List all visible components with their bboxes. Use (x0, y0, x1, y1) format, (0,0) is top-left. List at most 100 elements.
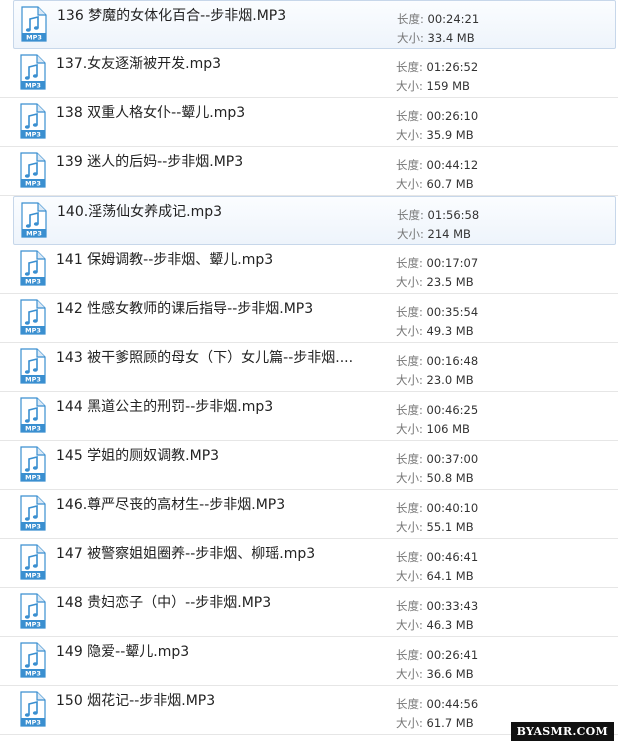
duration-line: 长度: 00:46:25 (396, 401, 478, 420)
size-value: 46.3 MB (426, 618, 474, 632)
file-name: 148 贵妇恋子（中）--步非烟.MP3 (56, 595, 272, 611)
file-row[interactable]: MP3 143 被干爹照顾的母女（下）女儿篇--步非烟.... 长度: 00:16:… (0, 343, 618, 392)
mp3-file-icon: MP3 (20, 691, 46, 727)
mp3-file-icon: MP3 (21, 202, 47, 238)
mp3-file-icon: MP3 (20, 250, 46, 286)
duration-value: 00:16:48 (426, 354, 479, 368)
mp3-file-icon: MP3 (20, 152, 46, 188)
duration-label: 长度: (396, 256, 423, 270)
size-label: 大小: (396, 667, 423, 681)
file-name: 145 学姐的厕奴调教.MP3 (56, 448, 220, 464)
size-label: 大小: (396, 373, 423, 387)
duration-label: 长度: (396, 158, 423, 172)
mp3-badge-text: MP3 (25, 82, 41, 90)
duration-line: 长度: 00:17:07 (396, 254, 478, 273)
duration-label: 长度: (396, 599, 423, 613)
size-value: 36.6 MB (426, 667, 474, 681)
size-label: 大小: (396, 471, 423, 485)
duration-line: 长度: 01:56:58 (397, 206, 479, 225)
size-line: 大小: 50.8 MB (396, 469, 478, 488)
file-meta: 长度: 00:26:41 大小: 36.6 MB (396, 646, 478, 684)
duration-line: 长度: 00:40:10 (396, 499, 478, 518)
file-row[interactable]: MP3 137.女友逐渐被开发.mp3 长度: 01:26:52 大小: 159 MB (0, 49, 618, 98)
duration-label: 长度: (396, 403, 423, 417)
size-value: 50.8 MB (426, 471, 474, 485)
size-label: 大小: (396, 422, 423, 436)
file-name: 147 被警察姐姐圈养--步非烟、柳瑶.mp3 (56, 546, 316, 562)
file-name: 138 双重人格女仆--颦儿.mp3 (56, 105, 246, 121)
duration-value: 00:17:07 (426, 256, 479, 270)
size-value: 55.1 MB (426, 520, 474, 534)
mp3-badge-text: MP3 (25, 180, 41, 188)
file-row[interactable]: MP3 142 性感女教师的课后指导--步非烟.MP3 长度: 00:35:54 大小… (0, 294, 618, 343)
file-name: 144 黑道公主的刑罚--步非烟.mp3 (56, 399, 274, 415)
duration-line: 长度: 00:35:54 (396, 303, 478, 322)
file-row[interactable]: MP3 149 隐爱--颦儿.mp3 长度: 00:26:41 大小: 36.6 MB (0, 637, 618, 686)
size-label: 大小: (396, 716, 423, 730)
size-line: 大小: 214 MB (397, 225, 479, 244)
duration-line: 长度: 01:26:52 (396, 58, 478, 77)
file-row[interactable]: MP3 138 双重人格女仆--颦儿.mp3 长度: 00:26:10 大小: 35.… (0, 98, 618, 147)
file-row[interactable]: MP3 148 贵妇恋子（中）--步非烟.MP3 长度: 00:33:43 大小: 4… (0, 588, 618, 637)
file-name: 136 梦魔的女体化百合--步非烟.MP3 (57, 8, 287, 24)
file-meta: 长度: 00:44:56 大小: 61.7 MB (396, 695, 478, 733)
size-label: 大小: (396, 128, 423, 142)
duration-value: 00:26:41 (426, 648, 479, 662)
file-row[interactable]: MP3 139 迷人的后妈--步非烟.MP3 长度: 00:44:12 大小: 60.… (0, 147, 618, 196)
file-row[interactable]: MP3 136 梦魔的女体化百合--步非烟.MP3 长度: 00:24:21 大小: … (13, 0, 616, 49)
mp3-badge-text: MP3 (26, 34, 42, 42)
size-label: 大小: (397, 31, 424, 45)
duration-value: 00:40:10 (426, 501, 479, 515)
file-row[interactable]: MP3 147 被警察姐姐圈养--步非烟、柳瑶.mp3 长度: 00:46:41 大小… (0, 539, 618, 588)
size-label: 大小: (396, 324, 423, 338)
mp3-file-icon: MP3 (20, 593, 46, 629)
duration-value: 00:46:25 (426, 403, 479, 417)
file-row[interactable]: MP3 140.淫荡仙女养成记.mp3 长度: 01:56:58 大小: 214 MB (13, 196, 616, 245)
duration-label: 长度: (396, 697, 423, 711)
size-line: 大小: 60.7 MB (396, 175, 478, 194)
mp3-badge-text: MP3 (25, 621, 41, 629)
mp3-file-icon: MP3 (20, 446, 46, 482)
size-label: 大小: (396, 618, 423, 632)
duration-label: 长度: (396, 501, 423, 515)
size-line: 大小: 55.1 MB (396, 518, 478, 537)
size-label: 大小: (396, 520, 423, 534)
file-meta: 长度: 00:35:54 大小: 49.3 MB (396, 303, 478, 341)
size-line: 大小: 64.1 MB (396, 567, 478, 586)
mp3-file-icon: MP3 (20, 348, 46, 384)
size-line: 大小: 23.5 MB (396, 273, 478, 292)
mp3-badge-text: MP3 (25, 327, 41, 335)
size-line: 大小: 23.0 MB (396, 371, 478, 390)
duration-label: 长度: (397, 12, 424, 26)
file-row[interactable]: MP3 146.尊严尽丧的高材生--步非烟.MP3 长度: 00:40:10 大小: … (0, 490, 618, 539)
file-row[interactable]: MP3 145 学姐的厕奴调教.MP3 长度: 00:37:00 大小: 50.8 M… (0, 441, 618, 490)
file-name: 146.尊严尽丧的高材生--步非烟.MP3 (56, 497, 286, 513)
duration-value: 00:46:41 (426, 550, 479, 564)
duration-line: 长度: 00:33:43 (396, 597, 478, 616)
file-name: 140.淫荡仙女养成记.mp3 (57, 204, 223, 220)
mp3-file-icon: MP3 (20, 103, 46, 139)
size-line: 大小: 49.3 MB (396, 322, 478, 341)
file-name: 143 被干爹照顾的母女（下）女儿篇--步非烟.... (56, 350, 354, 366)
file-meta: 长度: 01:26:52 大小: 159 MB (396, 58, 478, 96)
size-line: 大小: 46.3 MB (396, 616, 478, 635)
mp3-badge-text: MP3 (25, 131, 41, 139)
size-label: 大小: (396, 275, 423, 289)
size-label: 大小: (397, 227, 424, 241)
duration-line: 长度: 00:37:00 (396, 450, 478, 469)
mp3-badge-text: MP3 (25, 278, 41, 286)
mp3-badge-text: MP3 (25, 572, 41, 580)
duration-label: 长度: (396, 452, 423, 466)
file-meta: 长度: 00:37:00 大小: 50.8 MB (396, 450, 478, 488)
size-value: 23.0 MB (426, 373, 474, 387)
duration-line: 长度: 00:24:21 (397, 10, 479, 29)
mp3-badge-text: MP3 (25, 719, 41, 727)
duration-line: 长度: 00:44:12 (396, 156, 478, 175)
file-meta: 长度: 00:46:25 大小: 106 MB (396, 401, 478, 439)
duration-value: 00:44:56 (426, 697, 479, 711)
file-meta: 长度: 00:33:43 大小: 46.3 MB (396, 597, 478, 635)
file-row[interactable]: MP3 141 保姆调教--步非烟、颦儿.mp3 长度: 00:17:07 大小: 2… (0, 245, 618, 294)
file-row[interactable]: MP3 144 黑道公主的刑罚--步非烟.mp3 长度: 00:46:25 大小: 1… (0, 392, 618, 441)
file-meta: 长度: 00:24:21 大小: 33.4 MB (397, 10, 479, 48)
watermark: BYASMR.COM (510, 722, 614, 741)
